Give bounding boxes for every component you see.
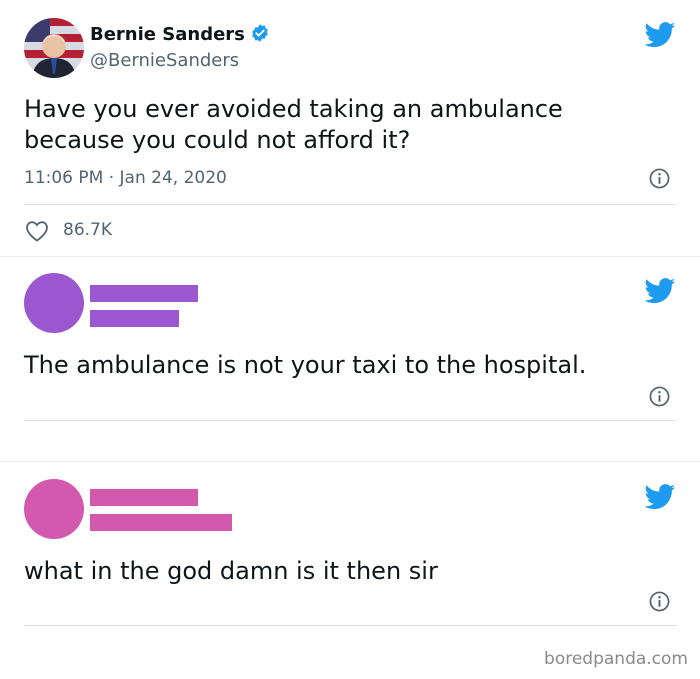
author-handle[interactable]: @BernieSanders <box>90 50 239 71</box>
redacted-handle <box>90 310 179 327</box>
tweet-text: The ambulance is not your taxi to the ho… <box>24 351 587 379</box>
tweet-text: what in the god damn is it then sir <box>24 557 438 585</box>
watermark: boredpanda.com <box>544 649 688 669</box>
like-button[interactable]: 86.7K <box>24 220 144 242</box>
divider <box>24 625 677 626</box>
tweet-card-reply-1: The ambulance is not your taxi to the ho… <box>0 257 700 461</box>
info-icon[interactable] <box>649 168 670 189</box>
redacted-name <box>90 489 198 506</box>
twitter-bird-icon[interactable] <box>644 278 676 304</box>
info-icon[interactable] <box>649 386 670 407</box>
avatar[interactable] <box>24 273 84 333</box>
tweet-timestamp[interactable]: 11:06 PM · Jan 24, 2020 <box>24 168 227 188</box>
info-icon[interactable] <box>649 591 670 612</box>
tweet-card-bernie: Bernie Sanders @BernieSanders Have you e… <box>0 0 700 256</box>
twitter-bird-icon[interactable] <box>644 22 676 48</box>
avatar[interactable] <box>24 479 84 539</box>
tweet-card-reply-2: what in the god damn is it then sir <box>0 462 700 679</box>
author-name[interactable]: Bernie Sanders <box>90 23 270 48</box>
heart-icon <box>26 221 48 242</box>
verified-badge-icon <box>250 23 270 48</box>
like-count: 86.7K <box>63 220 112 240</box>
avatar[interactable] <box>24 18 84 78</box>
divider <box>24 420 677 421</box>
author-name-text: Bernie Sanders <box>90 24 245 45</box>
tweet-text: Have you ever avoided taking an ambulanc… <box>24 95 563 154</box>
twitter-bird-icon[interactable] <box>644 484 676 510</box>
redacted-handle <box>90 514 232 531</box>
redacted-name <box>90 285 198 302</box>
divider <box>24 204 677 205</box>
